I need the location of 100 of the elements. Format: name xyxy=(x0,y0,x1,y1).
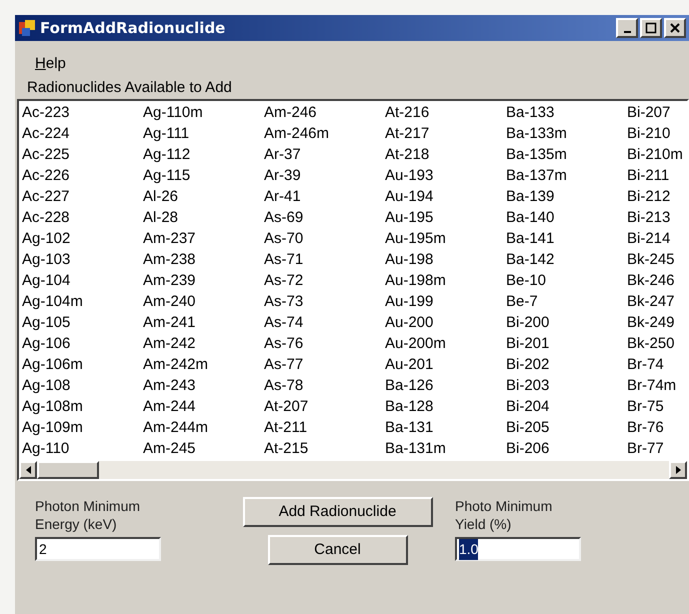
list-item[interactable]: Bk-250 xyxy=(627,333,689,354)
list-item[interactable]: Ar-39 xyxy=(264,165,385,186)
list-item[interactable]: Ba-135m xyxy=(506,144,627,165)
list-item[interactable]: Br-75 xyxy=(627,396,689,417)
list-item[interactable]: Bk-249 xyxy=(627,312,689,333)
list-item[interactable]: At-217 xyxy=(385,123,506,144)
input-field[interactable]: 2 xyxy=(35,537,161,561)
list-item[interactable]: Ag-106m xyxy=(22,354,143,375)
list-item[interactable]: Ac-224 xyxy=(22,123,143,144)
list-item[interactable]: Ag-105 xyxy=(22,312,143,333)
list-item[interactable]: At-207 xyxy=(264,396,385,417)
list-item[interactable]: Be-10 xyxy=(506,270,627,291)
list-item[interactable]: Bi-202 xyxy=(506,354,627,375)
list-item[interactable]: Am-243 xyxy=(143,375,264,396)
list-item[interactable]: Ac-228 xyxy=(22,207,143,228)
list-item[interactable]: Ba-142 xyxy=(506,249,627,270)
list-item[interactable]: Ba-126 xyxy=(385,375,506,396)
list-item[interactable]: At-211 xyxy=(264,417,385,438)
list-item[interactable]: Ag-108 xyxy=(22,375,143,396)
scroll-left-button[interactable] xyxy=(19,461,37,479)
list-item[interactable]: Bi-200 xyxy=(506,312,627,333)
close-button[interactable] xyxy=(664,18,686,38)
list-item[interactable]: Ba-131 xyxy=(385,417,506,438)
list-item[interactable]: Ag-110 xyxy=(22,438,143,459)
list-item[interactable]: Am-244m xyxy=(143,417,264,438)
list-item[interactable]: Am-238 xyxy=(143,249,264,270)
list-item[interactable]: Bi-214 xyxy=(627,228,689,249)
list-item[interactable]: Ac-227 xyxy=(22,186,143,207)
list-item[interactable]: Au-199 xyxy=(385,291,506,312)
list-item[interactable]: Ag-112 xyxy=(143,144,264,165)
list-item[interactable]: Br-74 xyxy=(627,354,689,375)
list-item[interactable]: As-74 xyxy=(264,312,385,333)
list-item[interactable]: As-71 xyxy=(264,249,385,270)
list-item[interactable]: Au-194 xyxy=(385,186,506,207)
list-item[interactable]: Ag-104 xyxy=(22,270,143,291)
list-item[interactable]: Bi-210m xyxy=(627,144,689,165)
list-item[interactable]: Bi-206 xyxy=(506,438,627,459)
list-item[interactable]: Ba-137m xyxy=(506,165,627,186)
list-item[interactable]: Bi-211 xyxy=(627,165,689,186)
list-item[interactable]: Ac-223 xyxy=(22,102,143,123)
list-item[interactable]: As-69 xyxy=(264,207,385,228)
horizontal-scrollbar[interactable] xyxy=(19,461,687,479)
list-item[interactable]: As-70 xyxy=(264,228,385,249)
list-item[interactable]: As-73 xyxy=(264,291,385,312)
list-item[interactable]: Am-239 xyxy=(143,270,264,291)
list-item[interactable]: Ar-41 xyxy=(264,186,385,207)
input-field[interactable]: 1.0 xyxy=(455,537,581,561)
list-item[interactable]: Am-246 xyxy=(264,102,385,123)
list-item[interactable]: Br-74m xyxy=(627,375,689,396)
list-item[interactable]: Ba-131m xyxy=(385,438,506,459)
list-item[interactable]: Bi-205 xyxy=(506,417,627,438)
list-item[interactable]: Bi-210 xyxy=(627,123,689,144)
list-item[interactable]: Ac-225 xyxy=(22,144,143,165)
list-item[interactable]: Am-242 xyxy=(143,333,264,354)
cancel-button[interactable]: Cancel xyxy=(268,535,408,565)
list-item[interactable]: Bi-203 xyxy=(506,375,627,396)
list-item[interactable]: Au-193 xyxy=(385,165,506,186)
add-radionuclide-button[interactable]: Add Radionuclide xyxy=(242,497,432,527)
list-item[interactable]: Bi-204 xyxy=(506,396,627,417)
list-item[interactable]: Bi-207 xyxy=(627,102,689,123)
list-item[interactable]: Ar-37 xyxy=(264,144,385,165)
list-item[interactable]: Ag-104m xyxy=(22,291,143,312)
list-item[interactable]: Au-200 xyxy=(385,312,506,333)
list-item[interactable]: Au-195m xyxy=(385,228,506,249)
list-item[interactable]: Ag-102 xyxy=(22,228,143,249)
menu-item[interactable]: Help xyxy=(35,52,66,76)
list-item[interactable]: As-76 xyxy=(264,333,385,354)
list-item[interactable]: Bi-201 xyxy=(506,333,627,354)
list-item[interactable]: Bk-247 xyxy=(627,291,689,312)
list-item[interactable]: Al-28 xyxy=(143,207,264,228)
list-item[interactable]: As-77 xyxy=(264,354,385,375)
list-item[interactable]: Bk-246 xyxy=(627,270,689,291)
list-item[interactable]: Au-198 xyxy=(385,249,506,270)
list-item[interactable]: Br-77 xyxy=(627,438,689,459)
list-item[interactable]: Ag-111 xyxy=(143,123,264,144)
list-item[interactable]: Ac-226 xyxy=(22,165,143,186)
list-item[interactable]: Ag-106 xyxy=(22,333,143,354)
list-item[interactable]: Bk-245 xyxy=(627,249,689,270)
list-item[interactable]: Ba-141 xyxy=(506,228,627,249)
list-item[interactable]: Ag-108m xyxy=(22,396,143,417)
list-item[interactable]: Ag-115 xyxy=(143,165,264,186)
list-item[interactable]: Au-201 xyxy=(385,354,506,375)
list-item[interactable]: Br-76 xyxy=(627,417,689,438)
list-item[interactable]: As-72 xyxy=(264,270,385,291)
list-item[interactable]: Bi-213 xyxy=(627,207,689,228)
list-item[interactable]: At-215 xyxy=(264,438,385,459)
list-item[interactable]: Bi-212 xyxy=(627,186,689,207)
radionuclide-list[interactable] xyxy=(17,99,689,481)
list-item[interactable]: At-218 xyxy=(385,144,506,165)
scroll-right-button[interactable] xyxy=(669,461,687,479)
list-item[interactable]: Ag-110m xyxy=(143,102,264,123)
list-item[interactable]: Am-237 xyxy=(143,228,264,249)
list-item[interactable]: Am-246m xyxy=(264,123,385,144)
minimize-button[interactable] xyxy=(616,18,638,38)
list-item[interactable]: Au-195 xyxy=(385,207,506,228)
list-item[interactable]: Ba-133 xyxy=(506,102,627,123)
list-item[interactable]: Ag-109m xyxy=(22,417,143,438)
list-item[interactable]: Be-7 xyxy=(506,291,627,312)
list-item[interactable]: Al-26 xyxy=(143,186,264,207)
list-item[interactable]: Am-240 xyxy=(143,291,264,312)
